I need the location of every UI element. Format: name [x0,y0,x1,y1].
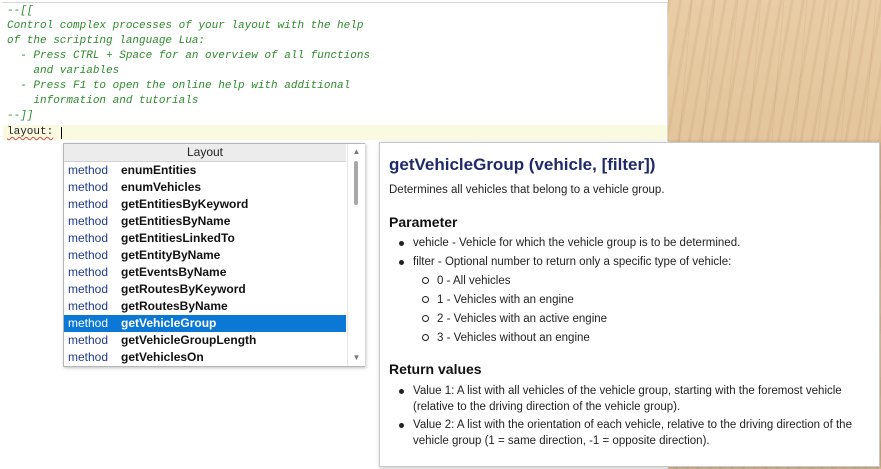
item-name: getEntitiesLinkedTo [121,231,235,245]
item-name: getEntitiesByName [121,214,231,228]
code-line[interactable]: Control complex processes of your layout… [7,19,363,34]
circle-bullet-icon [422,296,429,303]
item-kind: method [68,163,109,177]
autocomplete-header: Layout [64,144,346,162]
triangle-down-icon[interactable]: ▼ [348,351,365,365]
filter-option: 0 - All vehicles [422,273,511,289]
autocomplete-item[interactable]: method enumEntities [64,162,346,179]
item-kind: method [68,299,109,313]
item-kind: method [68,265,109,279]
item-name: enumEntities [121,163,197,177]
scrollbar-thumb[interactable] [354,161,358,205]
triangle-up-icon[interactable]: ▲ [348,145,365,159]
item-name: getRoutesByName [121,299,228,313]
return-item: Value 1: A list with all vehicles of the… [399,383,859,415]
item-kind: method [68,248,109,262]
item-name: getEntitiesByKeyword [121,197,249,211]
parameter-item: vehicle - Vehicle for which the vehicle … [399,235,869,251]
code-line[interactable]: of the scripting language Lua: [7,34,205,49]
autocomplete-item[interactable]: method getEventsByName [64,264,346,281]
parameter-item: filter - Optional number to return only … [399,254,869,270]
autocomplete-list[interactable]: method enumEntities method enumVehicles me… [64,162,346,366]
doc-title: getVehicleGroup (vehicle, [filter]) [389,155,656,174]
current-line-text[interactable]: layout: [7,125,53,140]
item-kind: method [68,350,109,364]
text-caret [61,127,62,139]
autocomplete-item[interactable]: method getVehiclesOn [64,349,346,366]
item-name: getEventsByName [121,265,227,279]
filter-option: 3 - Vehicles without an engine [422,330,590,346]
documentation-tooltip: getVehicleGroup (vehicle, [filter]) Dete… [379,142,880,467]
autocomplete-item[interactable]: method getRoutesByName [64,298,346,315]
autocomplete-item[interactable]: method getEntitiesByName [64,213,346,230]
parameter-heading: Parameter [389,214,458,230]
item-kind: method [68,333,109,347]
item-name: getEntityByName [121,248,221,262]
autocomplete-item[interactable]: method getRoutesByKeyword [64,281,346,298]
item-kind: method [68,214,109,228]
item-kind: method [68,316,109,330]
bullet-icon [399,241,404,246]
filter-option: 2 - Vehicles with an active engine [422,311,607,327]
doc-description: Determines all vehicles that belong to a… [389,184,665,196]
code-line[interactable]: information and tutorials [7,94,198,109]
return-values-heading: Return values [389,361,482,377]
item-name: enumVehicles [121,180,202,194]
code-line[interactable]: - Press CTRL + Space for an overview of … [7,49,370,64]
bullet-icon [399,389,404,394]
autocomplete-item[interactable]: method enumVehicles [64,179,346,196]
autocomplete-item[interactable]: method getEntitiesByKeyword [64,196,346,213]
item-name: getVehiclesOn [121,350,204,364]
filter-option: 1 - Vehicles with an engine [422,292,574,308]
code-line[interactable]: and variables [7,64,119,79]
return-item: Value 2: A list with the orientation of … [399,417,859,449]
circle-bullet-icon [422,277,429,284]
circle-bullet-icon [422,334,429,341]
bullet-icon [399,423,404,428]
autocomplete-popup[interactable]: Layout method enumEntities method enumVehi… [63,143,365,367]
bullet-icon [399,260,404,265]
item-name: getVehicleGroupLength [121,333,257,347]
code-line[interactable]: - Press F1 to open the online help with … [7,79,350,94]
code-line[interactable]: --]] [7,109,33,124]
circle-bullet-icon [422,315,429,322]
item-name: getRoutesByKeyword [121,282,246,296]
autocomplete-item[interactable]: method getEntityByName [64,247,346,264]
item-kind: method [68,197,109,211]
item-kind: method [68,231,109,245]
autocomplete-scrollbar[interactable]: ▲ ▼ [347,144,365,366]
autocomplete-item[interactable]: method getVehicleGroupLength [64,332,346,349]
autocomplete-item[interactable]: method getEntitiesLinkedTo [64,230,346,247]
item-kind: method [68,180,109,194]
item-name: getVehicleGroup [121,316,217,330]
current-line[interactable]: layout: [3,125,667,140]
code-line[interactable]: --[[ [7,4,33,19]
item-kind: method [68,282,109,296]
autocomplete-item-selected[interactable]: method getVehicleGroup [64,315,346,332]
